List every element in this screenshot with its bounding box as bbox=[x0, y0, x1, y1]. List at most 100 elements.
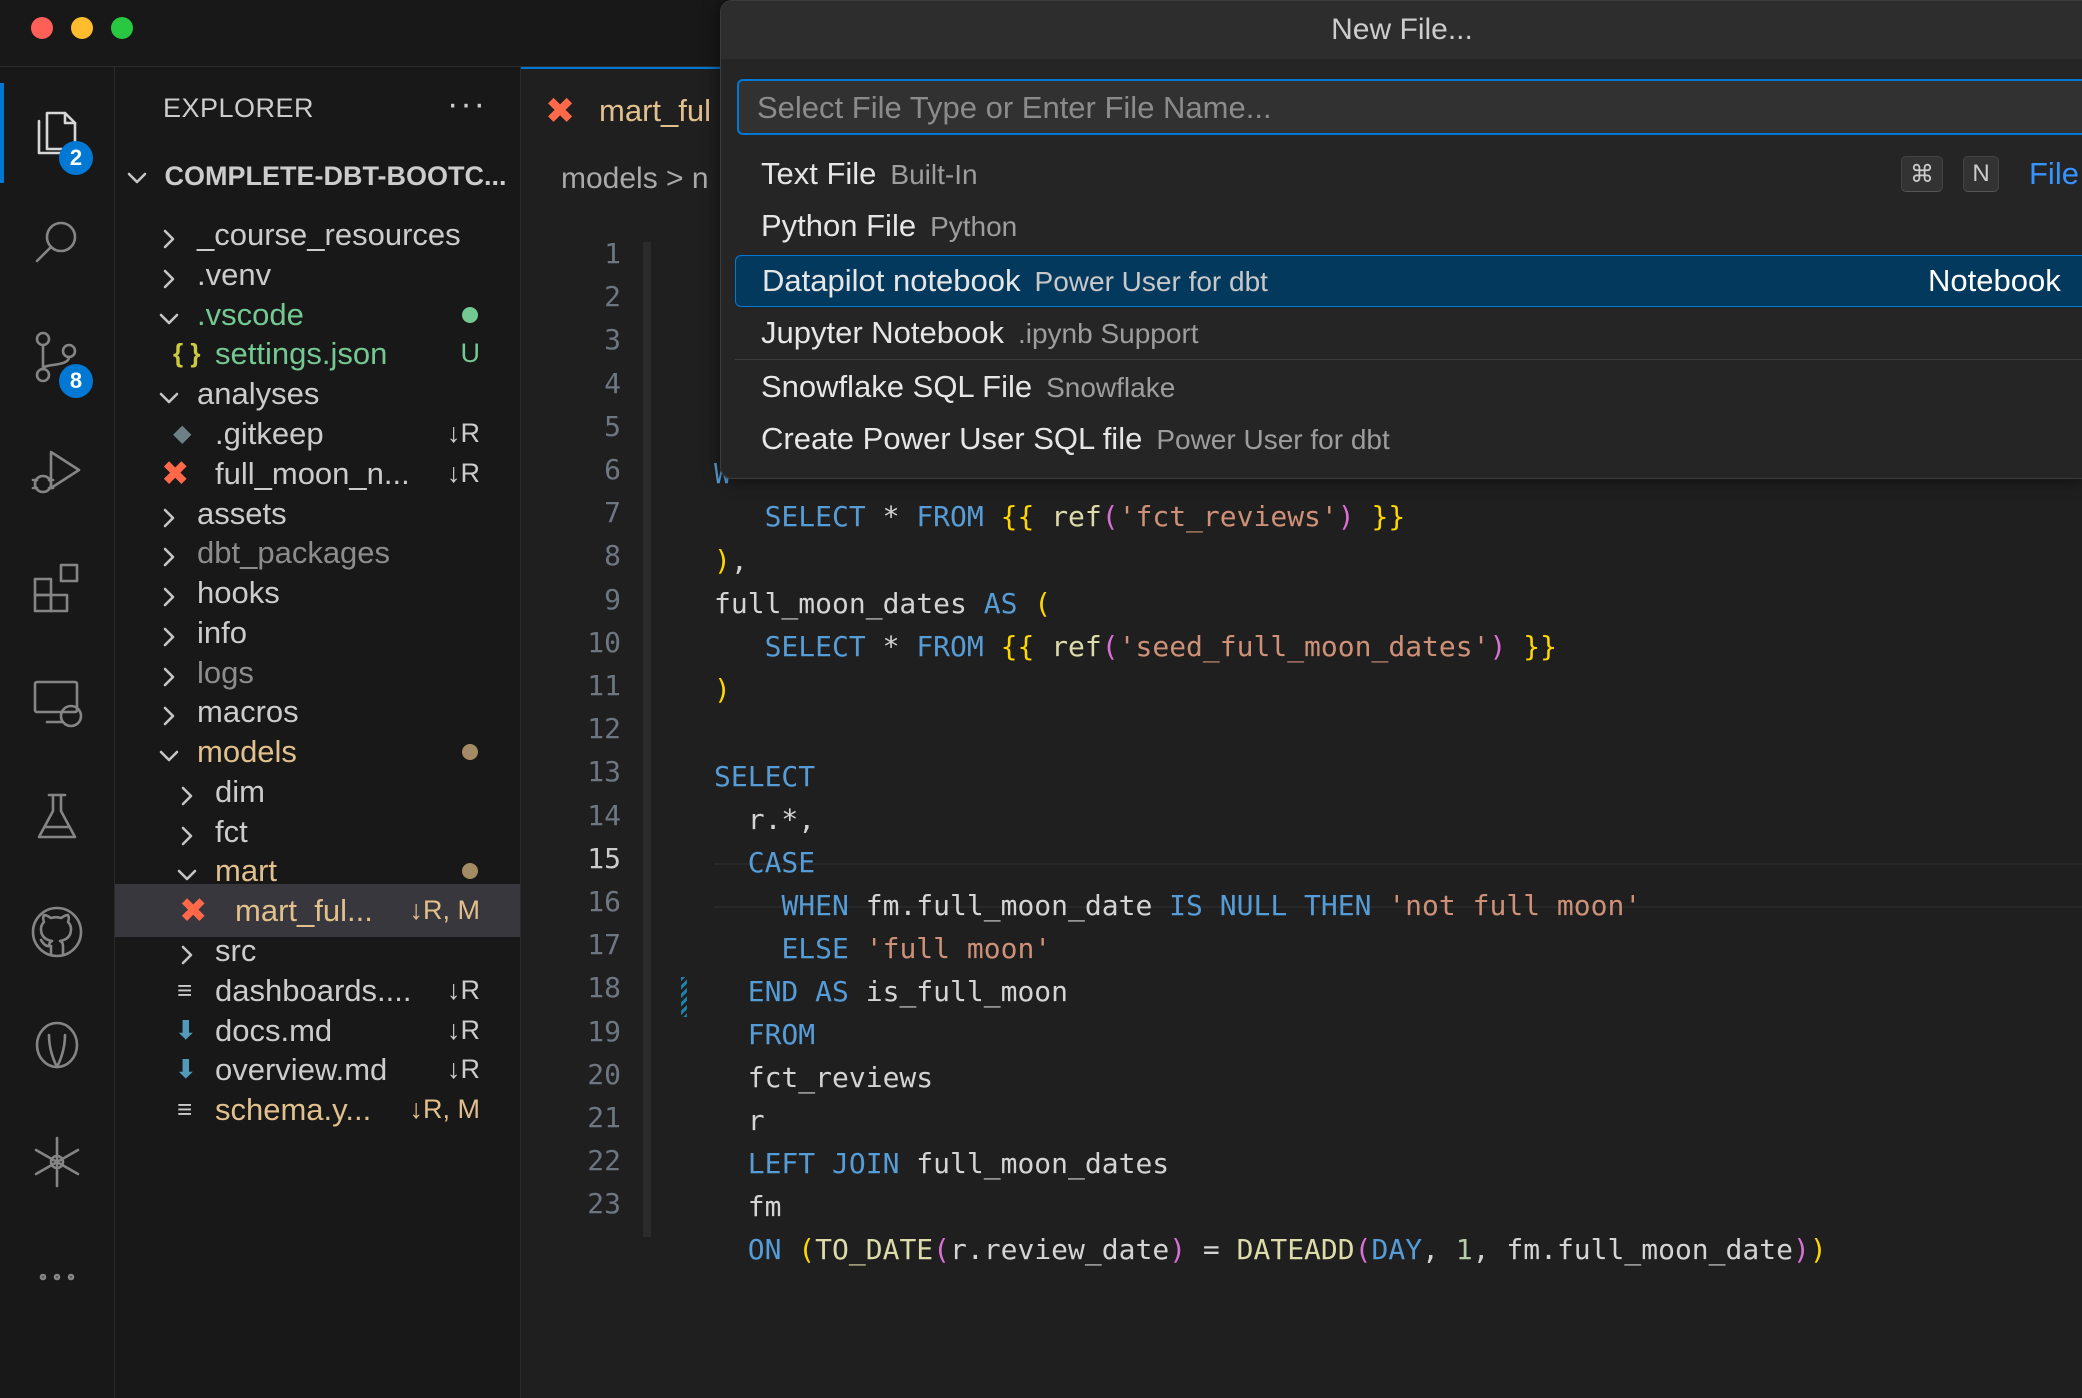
quick-pick-item-datapilot-notebook[interactable]: Datapilot notebook Power User for dbt Not… bbox=[735, 255, 2082, 307]
explorer-more-actions[interactable]: ··· bbox=[447, 85, 487, 124]
chevron-down-icon bbox=[157, 740, 181, 764]
git-icon: ◆ bbox=[173, 420, 192, 447]
remote-explorer-icon bbox=[33, 680, 83, 728]
tree-label: schema.y... bbox=[215, 1091, 372, 1127]
text-file-icon: ≡ bbox=[177, 1094, 193, 1124]
quick-pick-item-python-file[interactable]: Python File Python bbox=[735, 200, 2082, 252]
git-status: ↓R, M bbox=[409, 1094, 481, 1124]
line-number: 20 bbox=[587, 1057, 621, 1091]
quick-pick-title: New File... bbox=[721, 1, 2082, 59]
tree-file-schema-yml[interactable]: ≡ schema.y... ↓R, M bbox=[115, 1083, 520, 1136]
untracked-dot bbox=[462, 306, 478, 323]
code-line: SELECT * FROM {{ ref('seed_full_moon_dat… bbox=[764, 630, 1557, 663]
explorer-activity[interactable]: 2 bbox=[0, 83, 114, 183]
chevron-right-icon bbox=[157, 541, 181, 566]
extensions-activity[interactable] bbox=[0, 537, 114, 637]
source-control-badge: 8 bbox=[59, 364, 93, 398]
close-window-button[interactable] bbox=[31, 17, 53, 39]
quick-pick-item-text-file[interactable]: Text File Built-In ⌘ N File bbox=[735, 148, 2082, 200]
source-control-activity[interactable]: 8 bbox=[0, 307, 114, 407]
database-activity[interactable] bbox=[0, 997, 114, 1097]
code-line: CASE bbox=[747, 846, 816, 879]
remote-explorer-activity[interactable] bbox=[0, 652, 114, 752]
line-number: 21 bbox=[587, 1101, 621, 1134]
chevron-right-icon bbox=[175, 939, 199, 964]
item-label: Datapilot notebook Power User for dbt bbox=[762, 263, 1268, 298]
code-line: ELSE 'full moon' bbox=[781, 932, 1052, 965]
chevron-right-icon bbox=[175, 780, 199, 805]
item-description: Power User for dbt bbox=[1034, 266, 1268, 297]
item-description: Python bbox=[930, 211, 1018, 242]
code-line: fm bbox=[714, 1190, 782, 1223]
line-number: 14 bbox=[587, 798, 621, 832]
code-line: FROM bbox=[747, 1018, 816, 1051]
line-number: 9 bbox=[604, 582, 621, 616]
chevron-right-icon bbox=[157, 621, 181, 646]
new-file-quick-pick: New File... Text FileBuilt-In ⌘ N File P… bbox=[720, 0, 2082, 479]
chevron-down-icon bbox=[125, 166, 149, 190]
testing-activity[interactable] bbox=[0, 767, 114, 867]
github-activity[interactable] bbox=[0, 882, 114, 982]
item-label: Snowflake SQL File Snowflake bbox=[761, 369, 1176, 404]
item-category: Notebook bbox=[1928, 263, 2061, 298]
code-line: WHEN fm.full_moon_date IS NULL THEN 'not… bbox=[781, 889, 1642, 922]
line-number: 22 bbox=[587, 1144, 621, 1178]
git-status: ↓R bbox=[447, 1054, 480, 1084]
quick-pick-item-snowflake-sql[interactable]: Snowflake SQL File Snowflake bbox=[735, 361, 2082, 413]
item-label: Create Power User SQL file Power User for… bbox=[761, 421, 1390, 456]
item-label: Jupyter Notebook .ipynb Support bbox=[761, 315, 1199, 350]
run-debug-icon bbox=[31, 450, 81, 494]
workspace-root[interactable]: COMPLETE-DBT-BOOTC... bbox=[125, 161, 507, 192]
snowflake-icon bbox=[34, 1136, 80, 1188]
line-number: 10 bbox=[587, 625, 621, 659]
line-number: 11 bbox=[587, 669, 621, 702]
git-status: U bbox=[460, 338, 481, 368]
chevron-down-icon bbox=[157, 382, 181, 406]
chevron-right-icon bbox=[157, 661, 181, 686]
item-label: Text File Built-In bbox=[761, 156, 978, 191]
active-indicator bbox=[0, 83, 4, 183]
zoom-window-button[interactable] bbox=[111, 17, 133, 39]
extensions-icon bbox=[33, 563, 79, 613]
explorer-badge: 2 bbox=[59, 141, 93, 175]
run-debug-activity[interactable] bbox=[0, 422, 114, 522]
chevron-right-icon bbox=[157, 502, 181, 527]
line-number: 12 bbox=[587, 712, 621, 746]
line-number: 1 bbox=[604, 237, 621, 270]
github-icon bbox=[31, 906, 83, 958]
tab-mart-full-moon[interactable]: ✖ mart_ful bbox=[521, 67, 721, 153]
code-line: SELECT bbox=[714, 760, 816, 793]
line-number: 4 bbox=[604, 366, 621, 400]
line-number: 7 bbox=[604, 496, 621, 530]
chevron-down-icon bbox=[157, 303, 181, 327]
indent-guide bbox=[643, 242, 651, 1237]
snowflake-activity[interactable] bbox=[0, 1112, 114, 1212]
line-number: 16 bbox=[587, 885, 621, 918]
code-line: r bbox=[714, 1104, 765, 1137]
line-number: 2 bbox=[604, 280, 621, 314]
code-line: ON (TO_DATE(r.review_date) = DATEADD(DAY… bbox=[747, 1233, 1827, 1266]
keybinding-cmd: ⌘ bbox=[1901, 156, 1943, 192]
line-number: 23 bbox=[587, 1187, 621, 1221]
quick-pick-input-box bbox=[737, 79, 2082, 135]
minimize-window-button[interactable] bbox=[71, 17, 93, 39]
code-line: full_moon_dates AS ( bbox=[714, 587, 1052, 620]
quick-pick-item-power-user-sql[interactable]: Create Power User SQL file Power User for… bbox=[735, 413, 2082, 465]
chevron-down-icon bbox=[175, 859, 199, 883]
workspace-root-label: COMPLETE-DBT-BOOTC... bbox=[164, 161, 507, 191]
item-description: Power User for dbt bbox=[1156, 424, 1390, 455]
breadcrumb[interactable]: models > n bbox=[561, 162, 709, 196]
chevron-right-icon bbox=[157, 700, 181, 725]
git-status: ↓R bbox=[447, 418, 480, 448]
code-line: ) bbox=[714, 673, 731, 706]
text-file-icon: ≡ bbox=[177, 975, 193, 1005]
quick-pick-item-jupyter-notebook[interactable]: Jupyter Notebook .ipynb Support bbox=[735, 307, 2082, 359]
keybinding-n: N bbox=[1963, 156, 1999, 192]
more-activity[interactable] bbox=[0, 1227, 114, 1327]
explorer-sidebar: EXPLORER ··· COMPLETE-DBT-BOOTC... _cour… bbox=[115, 67, 521, 1398]
search-activity[interactable] bbox=[0, 193, 114, 293]
new-file-input[interactable] bbox=[755, 81, 2059, 135]
chevron-right-icon bbox=[157, 223, 181, 248]
activity-bar: 2 8 bbox=[0, 67, 115, 1398]
item-description: Built-In bbox=[890, 159, 978, 190]
